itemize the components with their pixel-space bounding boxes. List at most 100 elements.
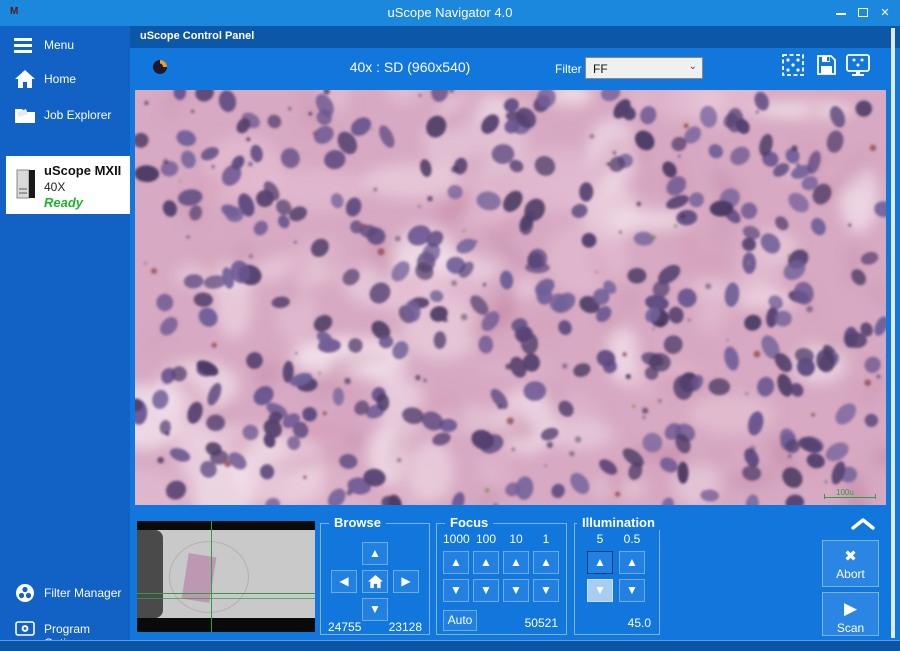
chevron-up-icon: [850, 517, 876, 531]
sidebar-item-program-options[interactable]: Program Options: [0, 616, 130, 642]
sidebar-item-label: Filter Manager: [44, 586, 121, 600]
crosshair-vertical-line: [211, 521, 212, 632]
device-name: uScope MXII: [44, 163, 121, 178]
hamburger-icon: [14, 34, 36, 56]
folder-icon: [14, 104, 36, 126]
illumination-5-up-button[interactable]: ▲: [587, 551, 613, 574]
up-arrow-icon: ▲: [369, 546, 381, 560]
uscope-navigator-window: M uScope Navigator 4.0 ✕ Menu Home Job E…: [0, 0, 900, 651]
scan-button[interactable]: ▶ Scan: [822, 592, 879, 636]
program-options-icon: [14, 618, 36, 640]
auto-focus-button[interactable]: Auto: [443, 610, 477, 631]
browse-y-value: 23128: [389, 620, 422, 634]
filter-select[interactable]: FF ⌄: [585, 57, 703, 79]
filter-wheel-icon: [14, 582, 36, 604]
down-arrow-icon: ▼: [540, 583, 552, 597]
sidebar: Menu Home Job Explorer uScope MXII 40X R…: [0, 26, 130, 640]
browse-home-button[interactable]: [362, 570, 388, 593]
abort-x-icon: ✖: [823, 547, 878, 565]
illumination-value: 45.0: [628, 616, 651, 630]
sidebar-item-job-explorer[interactable]: Job Explorer: [0, 102, 130, 128]
window-title: uScope Navigator 4.0: [0, 5, 900, 20]
toolbar: 40x : SD (960x540) Filter FF ⌄: [130, 48, 900, 88]
filter-label: Filter: [555, 62, 582, 76]
focus-1000-down-button[interactable]: ▼: [443, 579, 469, 602]
sidebar-item-menu[interactable]: Menu: [0, 32, 130, 58]
save-button[interactable]: [815, 52, 845, 82]
down-arrow-icon: ▼: [450, 583, 462, 597]
browse-right-button[interactable]: ▶: [393, 570, 419, 593]
focus-10-up-button[interactable]: ▲: [503, 551, 529, 574]
display-button[interactable]: [844, 52, 874, 82]
stage-map-button[interactable]: [780, 52, 810, 82]
up-arrow-icon: ▲: [540, 555, 552, 569]
sidebar-item-label: Job Explorer: [44, 108, 111, 122]
focus-group: Focus 1000 100 10 1 ▲ ▲ ▲ ▲ ▼ ▼ ▼ ▼ Auto…: [436, 523, 567, 635]
home-icon: [368, 575, 383, 589]
illumination-5-down-button[interactable]: ▼: [587, 579, 613, 602]
device-status: Ready: [44, 195, 83, 210]
control-panel-tab[interactable]: uScope Control Panel: [130, 26, 900, 48]
collapse-panel-button[interactable]: [850, 517, 884, 537]
browse-group-title: Browse: [329, 515, 386, 530]
up-arrow-icon: ▲: [626, 555, 638, 569]
scrollbar[interactable]: [891, 28, 895, 638]
crosshair-horizontal-line: [137, 593, 315, 594]
sidebar-item-label: Home: [44, 72, 76, 86]
focus-step-label-100: 100: [473, 532, 499, 546]
focus-group-title: Focus: [445, 515, 493, 530]
device-magnification: 40X: [44, 180, 65, 194]
down-arrow-icon: ▼: [626, 583, 638, 597]
browse-group: Browse ▲ ◀ ▶ ▼ 24755 23128: [320, 523, 430, 635]
illumination-05-down-button[interactable]: ▼: [619, 579, 645, 602]
right-arrow-icon: ▶: [401, 574, 410, 588]
up-arrow-icon: ▲: [510, 555, 522, 569]
home-icon: [14, 68, 36, 90]
sidebar-item-filter-manager[interactable]: Filter Manager: [0, 580, 130, 606]
tab-title: uScope Control Panel: [140, 30, 254, 42]
focus-1-down-button[interactable]: ▼: [533, 579, 559, 602]
stage-map-icon: [780, 52, 806, 78]
focus-10-down-button[interactable]: ▼: [503, 579, 529, 602]
browse-left-button[interactable]: ◀: [331, 570, 357, 593]
left-arrow-icon: ◀: [339, 574, 348, 588]
device-card[interactable]: uScope MXII 40X Ready: [6, 156, 130, 214]
browse-up-button[interactable]: ▲: [362, 542, 388, 565]
focus-1-up-button[interactable]: ▲: [533, 551, 559, 574]
minimize-icon: [836, 13, 846, 15]
specimen-viewport[interactable]: 100u: [135, 90, 886, 505]
illumination-05-up-button[interactable]: ▲: [619, 551, 645, 574]
filter-selected-value: FF: [593, 62, 608, 76]
close-icon: ✕: [880, 6, 889, 19]
abort-label: Abort: [823, 567, 878, 581]
down-arrow-icon: ▼: [594, 583, 606, 597]
minimize-button[interactable]: [830, 0, 852, 26]
browse-x-value: 24755: [328, 620, 361, 634]
up-arrow-icon: ▲: [480, 555, 492, 569]
illumination-group: Illumination 5 0.5 ▲ ▲ ▼ ▼ 45.0: [574, 523, 660, 635]
close-button[interactable]: ✕: [874, 0, 896, 26]
slide-thumbnail[interactable]: [137, 521, 315, 632]
microscope-device-icon: [14, 168, 38, 202]
down-arrow-icon: ▼: [480, 583, 492, 597]
view-mode-label: 40x : SD (960x540): [250, 59, 570, 75]
camera-icon: [152, 58, 168, 81]
sidebar-item-label: Menu: [44, 38, 74, 52]
maximize-button[interactable]: [852, 0, 874, 26]
up-arrow-icon: ▲: [594, 555, 606, 569]
focus-100-up-button[interactable]: ▲: [473, 551, 499, 574]
scan-play-icon: ▶: [823, 599, 878, 619]
scale-bar: 100u: [824, 487, 876, 499]
focus-value: 50521: [525, 616, 558, 630]
focus-1000-up-button[interactable]: ▲: [443, 551, 469, 574]
down-arrow-icon: ▼: [369, 602, 381, 616]
abort-button[interactable]: ✖ Abort: [822, 540, 879, 587]
titlebar: M uScope Navigator 4.0 ✕: [0, 0, 900, 26]
focus-step-label-1000: 1000: [443, 532, 469, 546]
focus-100-down-button[interactable]: ▼: [473, 579, 499, 602]
status-bar: [0, 640, 900, 651]
browse-down-button[interactable]: ▼: [362, 598, 388, 621]
sidebar-item-home[interactable]: Home: [0, 66, 130, 92]
slide-label-area: [137, 530, 163, 618]
illumination-step-label-05: 0.5: [619, 532, 645, 546]
